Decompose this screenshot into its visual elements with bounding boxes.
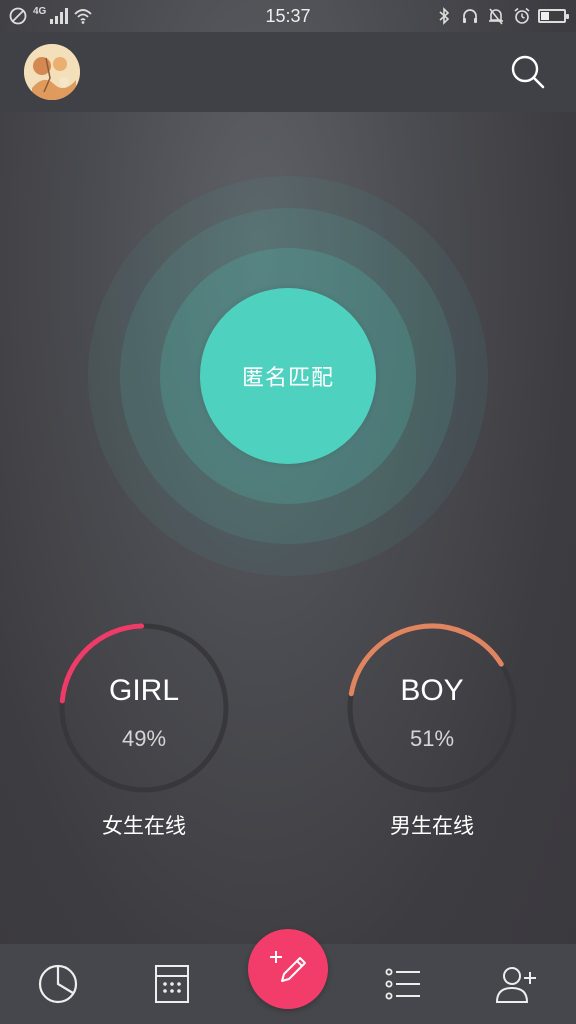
calendar-icon	[155, 965, 189, 1003]
boy-online-gauge: BOY 51%	[346, 622, 518, 794]
top-bar	[0, 32, 576, 112]
compose-button[interactable]	[248, 929, 328, 1009]
add-user-icon	[495, 967, 536, 1003]
network-label: 4G	[33, 6, 47, 17]
boy-percent: 51%	[409, 726, 455, 751]
nav-calendar[interactable]	[150, 962, 194, 1006]
girl-gauge-ring	[59, 623, 229, 793]
boy-title: BOY	[400, 674, 464, 707]
compose-icon	[270, 951, 306, 982]
chart-icon	[38, 964, 78, 1004]
signal-icon	[48, 6, 69, 26]
wifi-icon	[73, 6, 93, 26]
anonymous-match-label: 匿名匹配	[241, 366, 334, 391]
battery-icon	[538, 9, 569, 23]
boy-gauge-ring	[347, 623, 517, 793]
alarm-icon	[512, 6, 532, 26]
girl-percent: 49%	[121, 726, 167, 751]
status-bar: 4G 15:37	[0, 0, 576, 32]
search-button[interactable]	[508, 52, 548, 92]
search-icon	[511, 55, 545, 89]
bell-muted-icon	[486, 6, 506, 26]
nav-add-user[interactable]	[494, 962, 538, 1006]
status-time: 15:37	[265, 6, 311, 26]
status-right	[434, 0, 576, 32]
do-not-disturb-icon	[8, 6, 28, 26]
headset-icon	[460, 6, 480, 26]
battery-level	[541, 12, 549, 20]
status-left: 4G	[0, 0, 93, 32]
match-area: 匿名匹配	[88, 176, 488, 576]
boy-online-caption: 男生在线	[390, 814, 474, 838]
anonymous-match-button[interactable]: 匿名匹配	[200, 288, 376, 464]
girl-online-caption: 女生在线	[102, 814, 186, 838]
girl-online-gauge: GIRL 49%	[58, 622, 230, 794]
nav-list[interactable]	[380, 962, 424, 1006]
avatar[interactable]	[24, 44, 80, 100]
bluetooth-icon	[434, 6, 454, 26]
girl-title: GIRL	[108, 674, 180, 707]
nav-chart[interactable]	[36, 962, 80, 1006]
avatar-image	[24, 44, 80, 100]
list-icon	[385, 968, 420, 1000]
